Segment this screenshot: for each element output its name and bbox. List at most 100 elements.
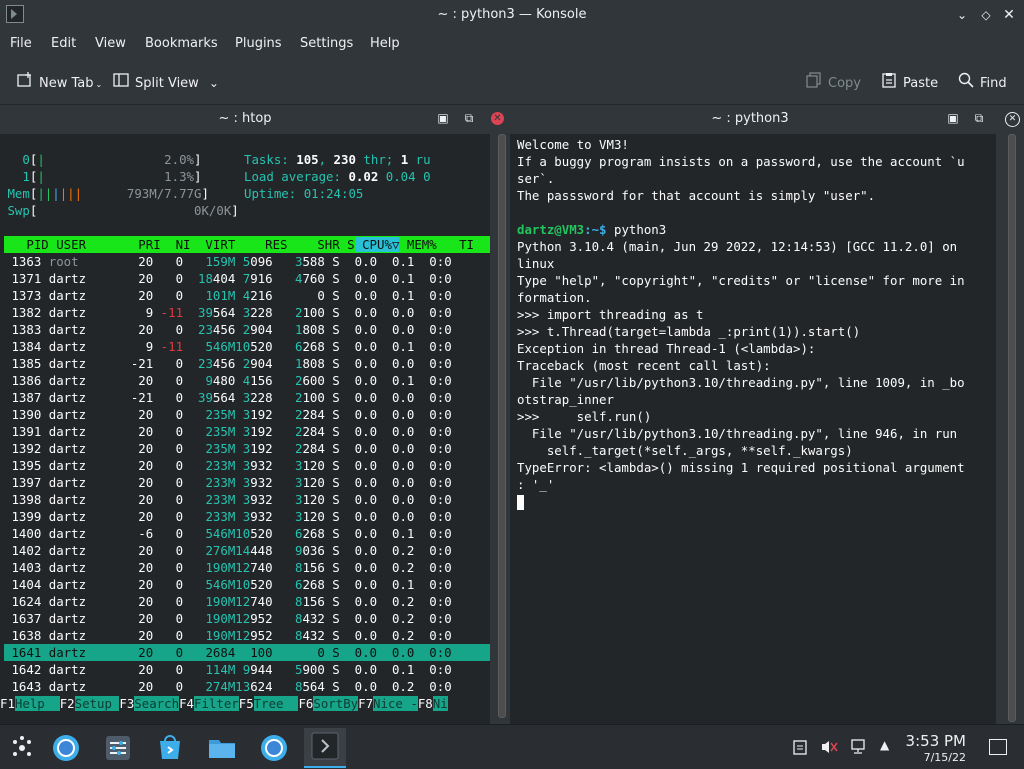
column-header[interactable]: CPU%▽ [354,237,400,252]
python-terminal[interactable]: Welcome to VM3! If a buggy program insist… [510,134,996,724]
column-header[interactable]: VIRT [191,237,235,252]
process-row[interactable]: 1371 dartz 20 0 18404 7916 4760 S 0.0 0.… [4,270,490,287]
volume-muted-icon[interactable] [820,739,838,755]
close-pane-icon[interactable]: ✕ [491,112,504,125]
process-row[interactable]: 1402 dartz 20 0 276M14448 9036 S 0.0 0.2… [4,542,490,559]
process-row[interactable]: 1399 dartz 20 0 233M 3932 3120 S 0.0 0.0… [4,508,490,525]
process-row[interactable]: 1398 dartz 20 0 233M 3932 3120 S 0.0 0.0… [4,491,490,508]
process-row[interactable]: 1641 dartz 20 0 2684 100 0 S 0.0 0.0 0:0 [4,644,490,661]
process-row[interactable]: 1643 dartz 20 0 274M13624 8564 S 0.0 0.2… [4,678,490,695]
process-row[interactable]: 1642 dartz 20 0 114M 9944 5900 S 0.0 0.1… [4,661,490,678]
process-row[interactable]: 1390 dartz 20 0 235M 3192 2284 S 0.0 0.0… [4,406,490,423]
column-header[interactable]: SHR [288,237,339,252]
clock[interactable]: 3:53 PM 7/15/22 [906,732,966,764]
process-row[interactable]: 1387 dartz -21 0 39564 3228 2100 S 0.0 0… [4,389,490,406]
copy-button[interactable]: Copy [806,72,861,92]
function-key-label[interactable]: Search [134,696,180,711]
system-settings-icon[interactable] [101,731,135,765]
function-key[interactable]: F8 [418,696,433,711]
column-header[interactable]: TI [437,237,474,252]
column-header[interactable]: NI [161,237,191,252]
function-key-label[interactable]: SortBy [313,696,359,711]
network-icon[interactable] [851,739,869,755]
discover-store-icon[interactable] [153,731,187,765]
terminal-line: >>> t.Thread(target=lambda _:print(1)).s… [517,324,861,339]
function-key[interactable]: F6 [298,696,313,711]
left-scrollbar[interactable] [498,134,506,720]
function-key-label[interactable]: Ni [432,696,448,711]
clipboard-icon[interactable] [792,739,808,755]
function-key-label[interactable]: Setup [74,696,120,711]
process-row[interactable]: 1363 root 20 0 159M 5096 3588 S 0.0 0.1 … [4,253,490,270]
new-tab-button[interactable]: New Tab ⌄ [17,72,102,92]
right-scrollbar[interactable] [1008,134,1016,722]
function-key-label[interactable]: Tree [253,696,299,711]
expand-icon[interactable]: ▣ [946,111,960,125]
htop-terminal[interactable]: 0[| 2.0%] 1[| 1.3%] Mem[|||||| 793M/7.77… [0,134,490,724]
column-header[interactable]: PRI [116,237,160,252]
function-key-label[interactable]: Filter [193,696,239,711]
menu-help[interactable]: Help [370,36,400,51]
menu-settings[interactable]: Settings [300,36,353,51]
browser-icon[interactable] [49,731,83,765]
process-table-header[interactable]: PID USER PRI NI VIRT RES SHR S CPU%▽ MEM… [4,236,490,253]
menu-plugins[interactable]: Plugins [235,36,282,51]
process-row[interactable]: 1403 dartz 20 0 190M12740 8156 S 0.0 0.2… [4,559,490,576]
terminal-line: self._target(*self._args, **self._kwargs… [517,443,853,458]
close-icon[interactable]: ✕ [1000,6,1018,24]
column-header[interactable]: PID [4,237,48,252]
function-key-label[interactable]: Nice - [373,696,418,711]
process-row[interactable]: 1386 dartz 20 0 9480 4156 2600 S 0.0 0.1… [4,372,490,389]
function-key[interactable]: F7 [358,696,373,711]
function-key[interactable]: F2 [60,696,75,711]
close-pane-icon[interactable]: ✕ [1005,112,1020,127]
function-key-label[interactable]: Help [14,696,60,711]
process-row[interactable]: 1392 dartz 20 0 235M 3192 2284 S 0.0 0.0… [4,440,490,457]
process-row[interactable]: 1391 dartz 20 0 235M 3192 2284 S 0.0 0.0… [4,423,490,440]
process-row[interactable]: 1383 dartz 20 0 23456 2904 1808 S 0.0 0.… [4,321,490,338]
process-row[interactable]: 1404 dartz 20 0 546M10520 6268 S 0.0 0.1… [4,576,490,593]
process-row[interactable]: 1638 dartz 20 0 190M12952 8432 S 0.0 0.2… [4,627,490,644]
column-header[interactable]: S [340,237,354,252]
new-tab-dropdown-icon[interactable]: ⌄ [96,80,103,89]
column-header[interactable]: RES [235,237,287,252]
minimize-icon[interactable]: ⌄ [953,6,971,24]
menu-file[interactable]: File [10,36,32,51]
process-row[interactable]: 1385 dartz -21 0 23456 2904 1808 S 0.0 0… [4,355,490,372]
scrollbar-thumb[interactable] [1008,134,1016,722]
process-row[interactable]: 1397 dartz 20 0 233M 3932 3120 S 0.0 0.0… [4,474,490,491]
file-manager-icon[interactable] [205,731,239,765]
process-row[interactable]: 1400 dartz -6 0 546M10520 6268 S 0.0 0.1… [4,525,490,542]
process-row[interactable]: 1384 dartz 9 -11 546M10520 6268 S 0.0 0.… [4,338,490,355]
column-header[interactable]: USER [49,237,116,252]
process-row[interactable]: 1637 dartz 20 0 190M12952 8432 S 0.0 0.2… [4,610,490,627]
process-row[interactable]: 1395 dartz 20 0 233M 3932 3120 S 0.0 0.0… [4,457,490,474]
menu-edit[interactable]: Edit [51,36,76,51]
process-row[interactable]: 1373 dartz 20 0 101M 4216 0 S 0.0 0.1 0:… [4,287,490,304]
show-desktop-icon[interactable] [989,739,1007,755]
menu-view[interactable]: View [95,36,126,51]
expand-icon[interactable]: ▣ [436,111,450,125]
process-row[interactable]: 1624 dartz 20 0 190M12740 8156 S 0.0 0.2… [4,593,490,610]
chevron-down-icon[interactable]: ⌄ [209,76,219,90]
function-key[interactable]: F4 [179,696,194,711]
tray-expand-icon[interactable]: ▲ [880,738,889,752]
split-view-button[interactable]: Split View ⌄ [113,72,219,92]
maximize-icon[interactable]: ◇ [977,6,995,24]
column-header[interactable]: MEM% [399,237,437,252]
application-launcher-icon[interactable] [5,731,39,765]
process-row[interactable]: 1382 dartz 9 -11 39564 3228 2100 S 0.0 0… [4,304,490,321]
window-titlebar[interactable]: ~ : python3 — Konsole ⌄ ◇ ✕ [0,0,1024,30]
browser-icon[interactable] [257,731,291,765]
detach-icon[interactable]: ⧉ [972,111,986,125]
menu-bookmarks[interactable]: Bookmarks [145,36,218,51]
function-key[interactable]: F1 [0,696,15,711]
detach-icon[interactable]: ⧉ [462,111,476,125]
find-button[interactable]: Find [958,72,1007,92]
main-toolbar: New Tab ⌄ Split View ⌄ Copy Paste Find [0,58,1024,105]
function-key[interactable]: F3 [119,696,134,711]
paste-button[interactable]: Paste [881,72,938,92]
konsole-task-icon[interactable] [304,728,346,768]
function-key[interactable]: F5 [239,696,254,711]
scrollbar-thumb[interactable] [498,134,506,718]
